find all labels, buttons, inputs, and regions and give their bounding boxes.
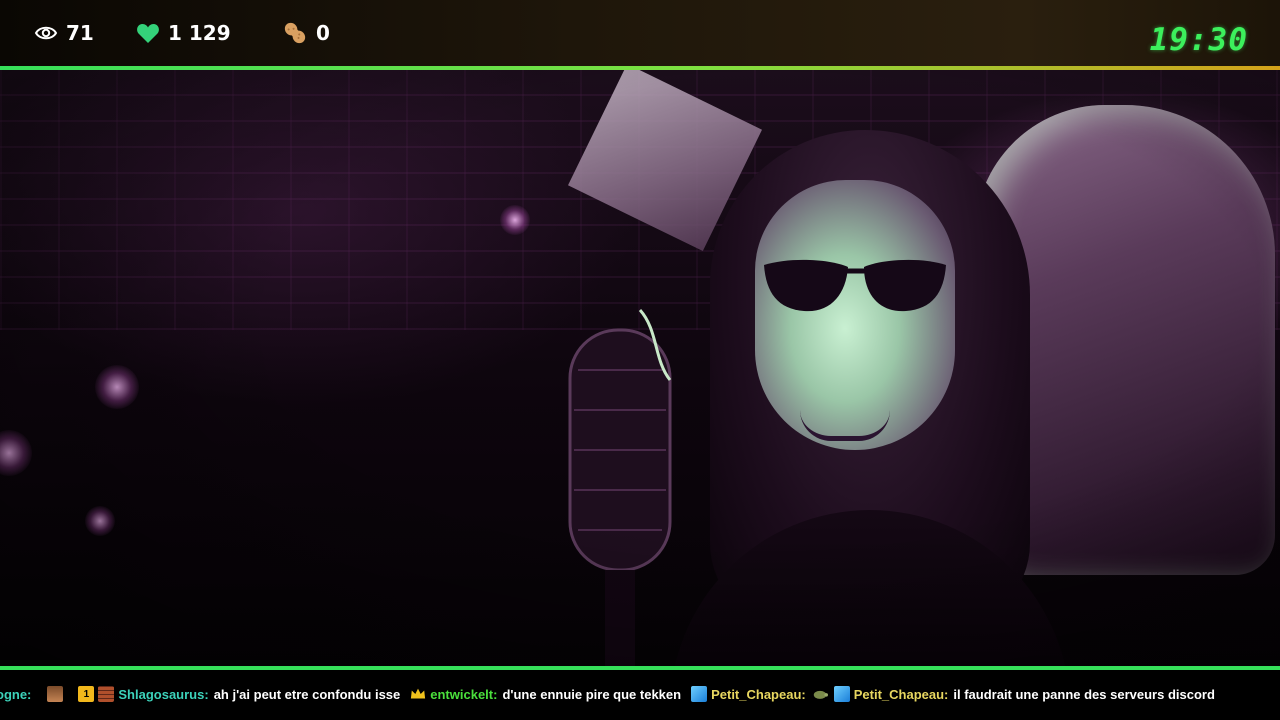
- bokeh-light: [0, 430, 32, 476]
- avatar-emote-icon: [47, 686, 64, 702]
- sub-tier-badge-icon: 1: [78, 686, 95, 702]
- crown-badge-icon: [410, 686, 426, 702]
- like-count: 1 129: [136, 20, 231, 46]
- brick-badge-icon: [98, 686, 115, 702]
- chat-message: il faudrait une panne des serveurs disco…: [953, 686, 1215, 702]
- chat-ticker: ogne: 1 Shlagosaurus: ah j'ai peut etre …: [0, 670, 1280, 720]
- turtle-emote-icon: [812, 686, 828, 702]
- bokeh-light: [95, 365, 139, 409]
- chat-username: Shlagosaurus:: [118, 686, 209, 702]
- viewer-count: 71: [34, 20, 94, 46]
- peanut-count-value: 0: [316, 21, 330, 45]
- chat-message: ah j'ai peut etre confondu isse: [213, 686, 401, 702]
- stats-bar: 71 1 129 0 19:30: [0, 0, 1280, 66]
- chat-message: d'une ennuie pire que tekken: [502, 686, 682, 702]
- like-count-value: 1 129: [168, 21, 231, 45]
- viewer-count-value: 71: [66, 21, 94, 45]
- stream-overlay: 71 1 129 0 19:30 gne: 1 Shlagosaurus: ah…: [0, 0, 1280, 720]
- chat-username: Petit_Chapeau:: [853, 686, 949, 702]
- webcam-feed: [0, 70, 1280, 666]
- streamer: [670, 130, 1070, 666]
- bokeh-light: [85, 506, 115, 536]
- chat-ticker-track: ogne: 1 Shlagosaurus: ah j'ai peut etre …: [0, 679, 1225, 709]
- peanut-icon: [284, 22, 306, 44]
- chat-username: entwickelt:: [430, 686, 498, 702]
- bokeh-light: [500, 205, 530, 235]
- cube-badge-icon: [833, 686, 850, 702]
- heart-icon: [137, 24, 159, 43]
- eye-icon: [34, 26, 58, 40]
- chat-lead-fragment: ogne:: [0, 686, 32, 702]
- peanut-count: 0: [282, 20, 330, 46]
- microphone: [568, 308, 672, 666]
- chat-username: Petit_Chapeau:: [711, 686, 806, 702]
- cube-badge-icon: [691, 686, 708, 702]
- stream-clock: 19:30: [1149, 22, 1248, 58]
- sunglasses: [764, 259, 946, 312]
